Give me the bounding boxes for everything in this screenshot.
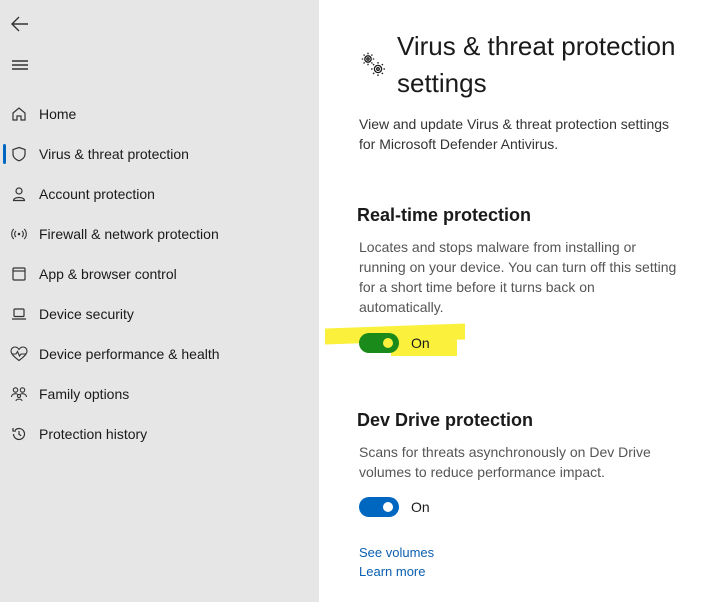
sidebar-item-label: Virus & threat protection (39, 146, 189, 162)
sidebar-item-virus-threat-protection[interactable]: Virus & threat protection (0, 134, 319, 174)
laptop-icon (10, 305, 28, 323)
sidebar-item-home[interactable]: Home (0, 94, 319, 134)
sidebar-item-device-security[interactable]: Device security (0, 294, 319, 334)
shield-icon (10, 145, 28, 163)
realtime-protection-toggle[interactable]: On (359, 333, 430, 353)
sidebar: Home Virus & threat protection Account p… (0, 0, 319, 602)
main-content: Virus & threat protection settings View … (319, 0, 714, 602)
sidebar-item-label: Home (39, 106, 77, 122)
sidebar-item-protection-history[interactable]: Protection history (0, 414, 319, 454)
sidebar-item-account-protection[interactable]: Account protection (0, 174, 319, 214)
person-icon (10, 185, 28, 203)
sidebar-item-device-performance-health[interactable]: Device performance & health (0, 334, 319, 374)
dev-drive-protection-title: Dev Drive protection (357, 410, 534, 430)
dev-drive-protection-description: Scans for threats asynchronously on Dev … (359, 444, 651, 480)
back-arrow-icon (11, 16, 28, 32)
sidebar-item-label: Protection history (39, 426, 148, 442)
learn-more-link[interactable]: Learn more (359, 564, 425, 579)
home-icon (10, 105, 28, 123)
back-button[interactable] (8, 12, 32, 36)
realtime-protection-title: Real-time protection (357, 205, 532, 225)
heart-pulse-icon (10, 345, 28, 363)
page-description: View and update Virus & threat protectio… (359, 116, 670, 152)
sidebar-item-label: Account protection (39, 186, 155, 202)
menu-button[interactable] (8, 53, 32, 77)
sidebar-item-family-options[interactable]: Family options (0, 374, 319, 414)
sidebar-item-label: Family options (39, 386, 130, 402)
toggle-switch[interactable] (359, 497, 399, 517)
realtime-toggle-state: On (411, 335, 430, 351)
sidebar-item-label: Device security (39, 306, 134, 322)
sidebar-item-firewall-network-protection[interactable]: Firewall & network protection (0, 214, 319, 254)
history-icon (10, 425, 28, 443)
hamburger-icon (12, 60, 28, 70)
realtime-protection-description: Locates and stops malware from installin… (359, 239, 677, 315)
dev-drive-protection-toggle[interactable]: On (359, 497, 430, 517)
toggle-switch[interactable] (359, 333, 399, 353)
app-window-icon (10, 265, 28, 283)
sidebar-item-label: Device performance & health (39, 346, 220, 362)
dev-drive-toggle-state: On (411, 499, 430, 515)
toggle-knob (383, 338, 393, 348)
gear-icon (361, 52, 385, 76)
sidebar-item-label: Firewall & network protection (39, 226, 219, 242)
toggle-knob (383, 502, 393, 512)
sidebar-item-label: App & browser control (39, 266, 177, 282)
family-icon (10, 385, 28, 403)
page-title: Virus & threat protection settings (397, 31, 676, 98)
sidebar-item-app-browser-control[interactable]: App & browser control (0, 254, 319, 294)
nav-list: Home Virus & threat protection Account p… (0, 94, 319, 454)
wifi-antenna-icon (10, 225, 28, 243)
see-volumes-link[interactable]: See volumes (359, 545, 434, 560)
